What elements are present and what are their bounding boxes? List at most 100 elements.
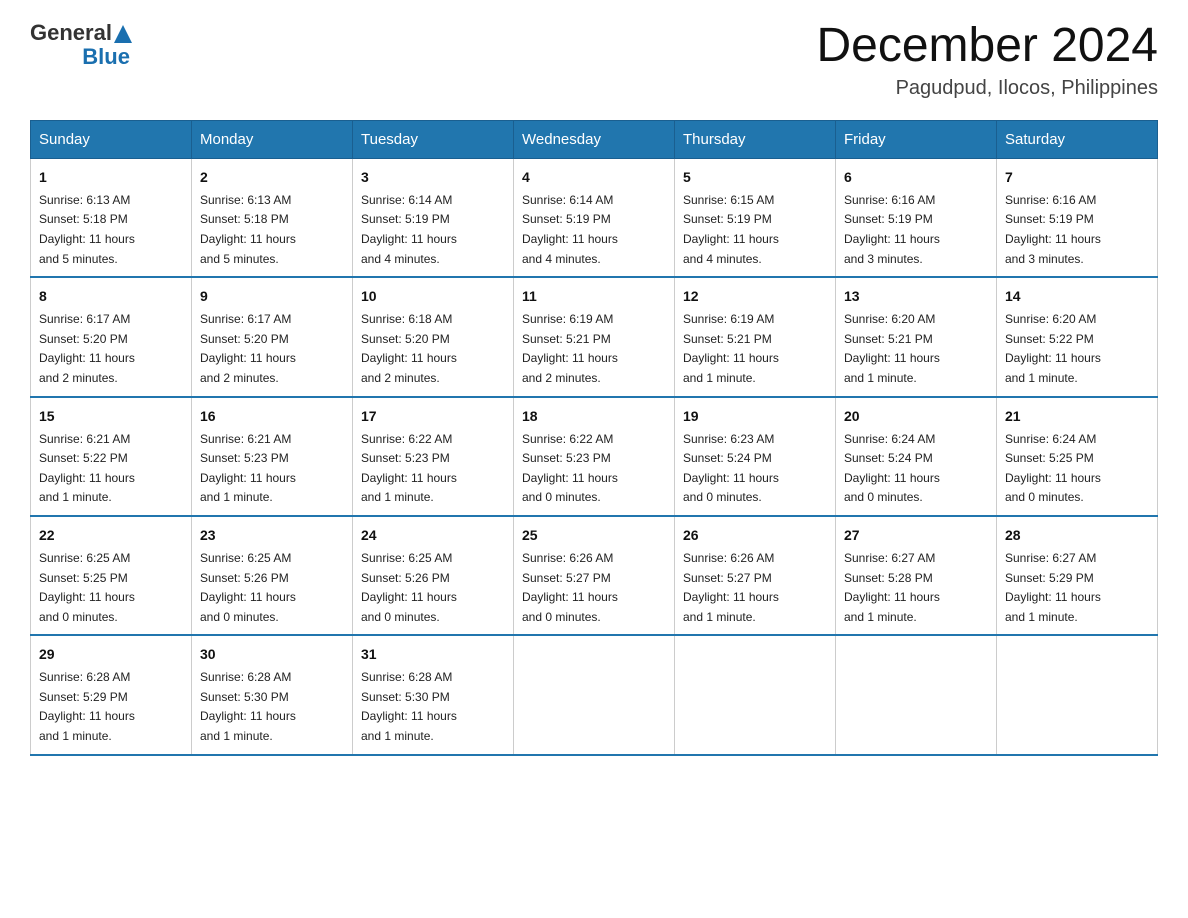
location-subtitle: Pagudpud, Ilocos, Philippines	[816, 77, 1158, 100]
calendar-week-row: 22 Sunrise: 6:25 AMSunset: 5:25 PMDaylig…	[31, 516, 1158, 635]
calendar-cell: 27 Sunrise: 6:27 AMSunset: 5:28 PMDaylig…	[836, 516, 997, 635]
logo-general-line: General	[30, 20, 132, 46]
day-number: 27	[844, 525, 988, 546]
calendar-cell	[836, 635, 997, 754]
weekday-header-row: SundayMondayTuesdayWednesdayThursdayFrid…	[31, 120, 1158, 158]
day-info: Sunrise: 6:15 AMSunset: 5:19 PMDaylight:…	[683, 193, 779, 266]
page-header: General Blue December 2024 Pagudpud, Ilo…	[30, 20, 1158, 100]
day-number: 9	[200, 286, 344, 307]
calendar-cell: 12 Sunrise: 6:19 AMSunset: 5:21 PMDaylig…	[675, 277, 836, 396]
calendar-cell: 30 Sunrise: 6:28 AMSunset: 5:30 PMDaylig…	[192, 635, 353, 754]
calendar-week-row: 15 Sunrise: 6:21 AMSunset: 5:22 PMDaylig…	[31, 397, 1158, 516]
weekday-header-monday: Monday	[192, 120, 353, 158]
calendar-week-row: 1 Sunrise: 6:13 AMSunset: 5:18 PMDayligh…	[31, 158, 1158, 277]
calendar-cell	[514, 635, 675, 754]
day-number: 22	[39, 525, 183, 546]
calendar-cell: 6 Sunrise: 6:16 AMSunset: 5:19 PMDayligh…	[836, 158, 997, 277]
day-info: Sunrise: 6:13 AMSunset: 5:18 PMDaylight:…	[39, 193, 135, 266]
calendar-cell: 25 Sunrise: 6:26 AMSunset: 5:27 PMDaylig…	[514, 516, 675, 635]
calendar-cell: 5 Sunrise: 6:15 AMSunset: 5:19 PMDayligh…	[675, 158, 836, 277]
day-info: Sunrise: 6:18 AMSunset: 5:20 PMDaylight:…	[361, 312, 457, 385]
calendar-cell: 7 Sunrise: 6:16 AMSunset: 5:19 PMDayligh…	[997, 158, 1158, 277]
day-info: Sunrise: 6:14 AMSunset: 5:19 PMDaylight:…	[522, 193, 618, 266]
day-info: Sunrise: 6:26 AMSunset: 5:27 PMDaylight:…	[683, 551, 779, 624]
day-info: Sunrise: 6:16 AMSunset: 5:19 PMDaylight:…	[844, 193, 940, 266]
day-number: 17	[361, 406, 505, 427]
day-number: 2	[200, 167, 344, 188]
calendar-cell: 10 Sunrise: 6:18 AMSunset: 5:20 PMDaylig…	[353, 277, 514, 396]
day-number: 5	[683, 167, 827, 188]
calendar-cell: 1 Sunrise: 6:13 AMSunset: 5:18 PMDayligh…	[31, 158, 192, 277]
day-info: Sunrise: 6:17 AMSunset: 5:20 PMDaylight:…	[39, 312, 135, 385]
logo-triangle-icon	[114, 25, 132, 43]
calendar-cell: 11 Sunrise: 6:19 AMSunset: 5:21 PMDaylig…	[514, 277, 675, 396]
day-info: Sunrise: 6:26 AMSunset: 5:27 PMDaylight:…	[522, 551, 618, 624]
day-number: 24	[361, 525, 505, 546]
calendar-cell: 19 Sunrise: 6:23 AMSunset: 5:24 PMDaylig…	[675, 397, 836, 516]
weekday-header-saturday: Saturday	[997, 120, 1158, 158]
calendar-cell: 23 Sunrise: 6:25 AMSunset: 5:26 PMDaylig…	[192, 516, 353, 635]
weekday-header-sunday: Sunday	[31, 120, 192, 158]
day-number: 1	[39, 167, 183, 188]
day-info: Sunrise: 6:21 AMSunset: 5:22 PMDaylight:…	[39, 432, 135, 505]
day-info: Sunrise: 6:24 AMSunset: 5:25 PMDaylight:…	[1005, 432, 1101, 505]
day-number: 26	[683, 525, 827, 546]
weekday-header-wednesday: Wednesday	[514, 120, 675, 158]
day-info: Sunrise: 6:23 AMSunset: 5:24 PMDaylight:…	[683, 432, 779, 505]
calendar-cell: 17 Sunrise: 6:22 AMSunset: 5:23 PMDaylig…	[353, 397, 514, 516]
calendar-table: SundayMondayTuesdayWednesdayThursdayFrid…	[30, 120, 1158, 756]
day-number: 4	[522, 167, 666, 188]
calendar-week-row: 8 Sunrise: 6:17 AMSunset: 5:20 PMDayligh…	[31, 277, 1158, 396]
calendar-cell: 8 Sunrise: 6:17 AMSunset: 5:20 PMDayligh…	[31, 277, 192, 396]
day-info: Sunrise: 6:19 AMSunset: 5:21 PMDaylight:…	[683, 312, 779, 385]
weekday-header-friday: Friday	[836, 120, 997, 158]
day-info: Sunrise: 6:27 AMSunset: 5:28 PMDaylight:…	[844, 551, 940, 624]
day-info: Sunrise: 6:22 AMSunset: 5:23 PMDaylight:…	[522, 432, 618, 505]
day-number: 15	[39, 406, 183, 427]
day-info: Sunrise: 6:25 AMSunset: 5:26 PMDaylight:…	[200, 551, 296, 624]
day-info: Sunrise: 6:28 AMSunset: 5:30 PMDaylight:…	[200, 670, 296, 743]
day-number: 28	[1005, 525, 1149, 546]
logo-blue-line: Blue	[30, 44, 132, 70]
day-info: Sunrise: 6:27 AMSunset: 5:29 PMDaylight:…	[1005, 551, 1101, 624]
day-number: 10	[361, 286, 505, 307]
day-info: Sunrise: 6:25 AMSunset: 5:26 PMDaylight:…	[361, 551, 457, 624]
title-block: December 2024 Pagudpud, Ilocos, Philippi…	[816, 20, 1158, 100]
day-info: Sunrise: 6:22 AMSunset: 5:23 PMDaylight:…	[361, 432, 457, 505]
calendar-cell: 22 Sunrise: 6:25 AMSunset: 5:25 PMDaylig…	[31, 516, 192, 635]
calendar-cell: 20 Sunrise: 6:24 AMSunset: 5:24 PMDaylig…	[836, 397, 997, 516]
day-number: 6	[844, 167, 988, 188]
day-info: Sunrise: 6:20 AMSunset: 5:21 PMDaylight:…	[844, 312, 940, 385]
calendar-cell: 31 Sunrise: 6:28 AMSunset: 5:30 PMDaylig…	[353, 635, 514, 754]
day-info: Sunrise: 6:20 AMSunset: 5:22 PMDaylight:…	[1005, 312, 1101, 385]
day-number: 14	[1005, 286, 1149, 307]
day-info: Sunrise: 6:13 AMSunset: 5:18 PMDaylight:…	[200, 193, 296, 266]
day-info: Sunrise: 6:24 AMSunset: 5:24 PMDaylight:…	[844, 432, 940, 505]
day-number: 19	[683, 406, 827, 427]
month-title: December 2024	[816, 20, 1158, 73]
day-number: 12	[683, 286, 827, 307]
calendar-cell: 28 Sunrise: 6:27 AMSunset: 5:29 PMDaylig…	[997, 516, 1158, 635]
calendar-cell: 21 Sunrise: 6:24 AMSunset: 5:25 PMDaylig…	[997, 397, 1158, 516]
day-info: Sunrise: 6:16 AMSunset: 5:19 PMDaylight:…	[1005, 193, 1101, 266]
calendar-cell: 24 Sunrise: 6:25 AMSunset: 5:26 PMDaylig…	[353, 516, 514, 635]
calendar-cell: 18 Sunrise: 6:22 AMSunset: 5:23 PMDaylig…	[514, 397, 675, 516]
calendar-cell	[997, 635, 1158, 754]
calendar-cell: 14 Sunrise: 6:20 AMSunset: 5:22 PMDaylig…	[997, 277, 1158, 396]
day-info: Sunrise: 6:17 AMSunset: 5:20 PMDaylight:…	[200, 312, 296, 385]
day-number: 21	[1005, 406, 1149, 427]
day-info: Sunrise: 6:19 AMSunset: 5:21 PMDaylight:…	[522, 312, 618, 385]
day-number: 16	[200, 406, 344, 427]
day-info: Sunrise: 6:28 AMSunset: 5:29 PMDaylight:…	[39, 670, 135, 743]
day-info: Sunrise: 6:28 AMSunset: 5:30 PMDaylight:…	[361, 670, 457, 743]
day-number: 3	[361, 167, 505, 188]
day-number: 13	[844, 286, 988, 307]
calendar-cell: 3 Sunrise: 6:14 AMSunset: 5:19 PMDayligh…	[353, 158, 514, 277]
calendar-cell: 15 Sunrise: 6:21 AMSunset: 5:22 PMDaylig…	[31, 397, 192, 516]
day-info: Sunrise: 6:21 AMSunset: 5:23 PMDaylight:…	[200, 432, 296, 505]
day-number: 29	[39, 644, 183, 665]
calendar-cell: 29 Sunrise: 6:28 AMSunset: 5:29 PMDaylig…	[31, 635, 192, 754]
day-number: 11	[522, 286, 666, 307]
day-number: 31	[361, 644, 505, 665]
calendar-cell: 16 Sunrise: 6:21 AMSunset: 5:23 PMDaylig…	[192, 397, 353, 516]
